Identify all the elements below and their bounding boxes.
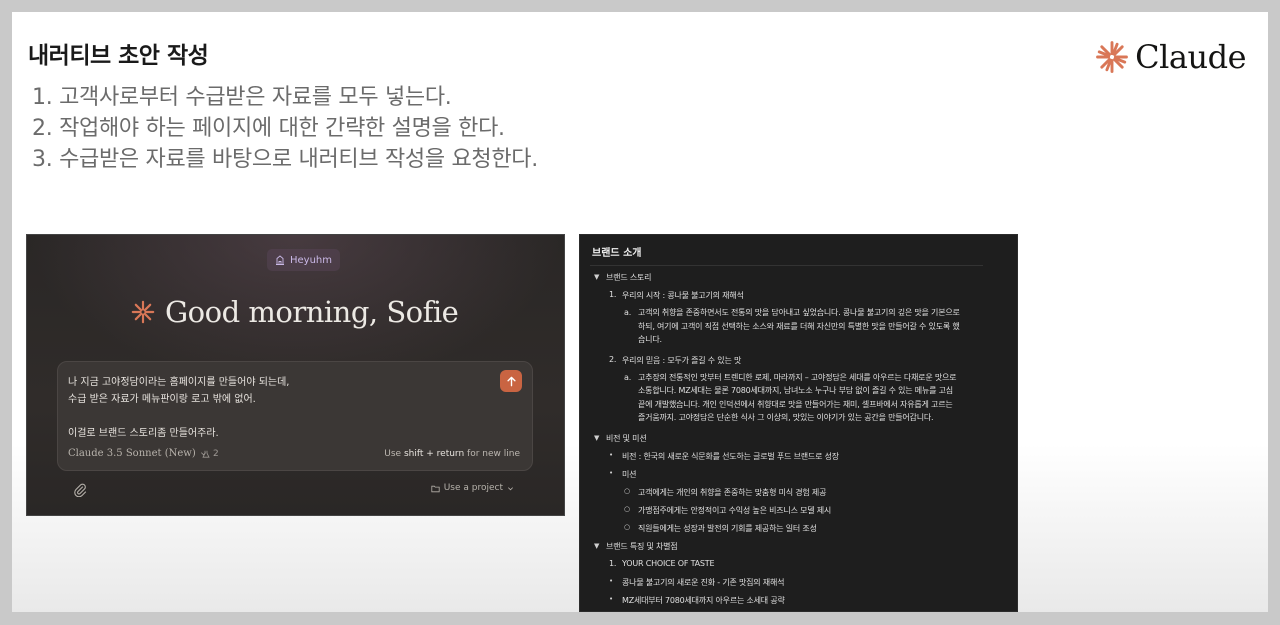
slide: 내러티브 초안 작성 1. 고객사로부터 수급받은 자료를 모두 넣는다. 2.… — [12, 12, 1268, 612]
step-item: 2. 작업해야 하는 페이지에 대한 간략한 설명을 한다. — [32, 116, 505, 141]
doc-list-item: 우리의 믿음 : 모두가 즐길 수 있는 맛 — [622, 355, 742, 365]
paragraph-line: 즐거움까지. 고야정담은 단순한 식사 그 이상의, 맛있는 이야기가 있는 공… — [638, 413, 934, 422]
hint-keys: shift + return — [403, 449, 465, 459]
doc-list-item: 가맹점주에게는 안정적이고 수익성 높은 비즈니스 모델 제시 — [638, 505, 832, 515]
project-label: Use a project — [443, 483, 503, 493]
doc-list-item: 미션 — [622, 469, 637, 479]
claude-wordmark: Claude — [1135, 38, 1246, 76]
list-marker: ○ — [624, 486, 631, 495]
hint-suffix: for new line — [467, 449, 520, 459]
steps-list: 1. 고객사로부터 수급받은 자료를 모두 넣는다. 2. 작업해야 하는 페이… — [32, 82, 538, 175]
greeting-text: Good morning, Sofie — [165, 295, 459, 329]
list-marker: a. — [624, 308, 632, 317]
doc-section-heading: 브랜드 특징 및 차별점 — [606, 541, 678, 551]
send-button[interactable] — [500, 370, 522, 392]
list-marker: • — [609, 450, 614, 459]
doc-title: 브랜드 소개 — [592, 248, 642, 259]
attachment-count: 2 — [213, 449, 219, 459]
paperclip-icon[interactable] — [73, 483, 87, 497]
list-marker: • — [609, 594, 614, 603]
claude-starburst-icon — [131, 300, 155, 324]
list-marker: • — [609, 576, 614, 585]
list-marker: ○ — [624, 504, 631, 513]
folder-icon — [431, 485, 440, 492]
doc-list-item: 우리의 시작 : 콩나물 불고기의 재해석 — [622, 291, 744, 300]
paragraph-line: 소통합니다. MZ세대는 물론 7080세대까지, 남녀노소 누구나 부담 없이… — [638, 386, 953, 395]
doc-list-item: 콩나물 불고기의 새로운 진화 - 기존 맛집의 재해석 — [622, 577, 785, 587]
paragraph-line: 고추장의 전통적인 맛부터 트렌디한 로제, 마라까지 – 고야정담은 세대를 … — [638, 372, 957, 382]
doc-list-item: 직원들에게는 성장과 발전의 기회를 제공하는 일터 조성 — [638, 523, 817, 533]
list-marker: a. — [624, 372, 632, 382]
doc-paragraph: 고객의 취향을 존중하면서도 전통의 맛을 담아내고 싶었습니다. 콩나물 불고… — [638, 306, 988, 347]
doc-list-item: YOUR CHOICE OF TASTE — [622, 558, 715, 568]
hint-prefix: Use — [384, 449, 402, 459]
doc-list-item: MZ세대부터 7080세대까지 아우르는 소세대 공략 — [622, 595, 785, 605]
project-selector[interactable]: Use a project — [431, 483, 514, 493]
step-item: 3. 수급받은 자료를 바탕으로 내러티브 작성을 요청한다. — [32, 147, 538, 172]
paragraph-line: 고객의 취향을 존중하면서도 전통의 맛을 담아내고 싶었습니다. 콩나물 불고… — [638, 308, 960, 317]
step-item: 1. 고객사로부터 수급받은 자료를 모두 넣는다. — [32, 85, 452, 110]
claude-chat-screenshot: Heyuhm Good morning, Sofie 나 지금 고야정담이라는 … — [26, 234, 565, 516]
chevron-down-icon — [508, 486, 513, 490]
newline-hint: Use shift + return for new line — [384, 449, 520, 459]
message-line — [68, 408, 488, 425]
message-composer[interactable]: 나 지금 고야정담이라는 홈페이지를 만들어야 되는데, 수급 받은 자료가 메… — [57, 361, 533, 471]
attachment-counter[interactable]: 2 — [202, 449, 219, 459]
paragraph-line: 습니다. — [638, 335, 662, 344]
arrow-up-icon — [506, 376, 516, 386]
collapse-toggle-icon[interactable]: ▼ — [594, 542, 599, 550]
message-input[interactable]: 나 지금 고야정담이라는 홈페이지를 만들어야 되는데, 수급 받은 자료가 메… — [68, 374, 488, 442]
doc-section-heading: 비전 및 미션 — [606, 433, 647, 443]
greeting: Good morning, Sofie — [131, 295, 459, 329]
workspace-chip[interactable]: Heyuhm — [267, 249, 341, 271]
paragraph-line: 끝에 개발했습니다. 개인 인덕션에서 취향대로 맛을 만들어가는 재미, 셀프… — [638, 399, 953, 409]
paragraph-line: 하되, 여기에 고객이 직접 선택하는 소스와 재료를 더해 자신만의 특별한 … — [638, 321, 960, 331]
brand-document-screenshot: 브랜드 소개 ▼ 브랜드 스토리 1. 우리의 시작 : 콩나물 불고기의 재해석 a.… — [579, 234, 1018, 612]
building-icon — [276, 255, 284, 265]
list-marker: ○ — [624, 522, 631, 531]
collapse-toggle-icon[interactable]: ▼ — [594, 273, 599, 281]
claude-logo: Claude — [1095, 38, 1246, 76]
doc-paragraph: 고추장의 전통적인 맛부터 트렌디한 로제, 마라까지 – 고야정담은 세대를 … — [638, 371, 988, 425]
message-line: 수급 받은 자료가 메뉴판이랑 로고 밖에 없어. — [68, 394, 256, 405]
list-marker: • — [609, 468, 614, 477]
list-marker: 1. — [609, 290, 617, 299]
doc-list-item: 비전 : 한국의 새로운 식문화를 선도하는 글로벌 푸드 브랜드로 성장 — [622, 451, 839, 461]
doc-divider — [590, 265, 983, 266]
message-line: 나 지금 고야정담이라는 홈페이지를 만들어야 되는데, — [68, 377, 290, 388]
model-selector[interactable]: Claude 3.5 Sonnet (New) — [68, 448, 207, 459]
list-marker: 1. — [609, 558, 617, 568]
list-marker: 2. — [609, 354, 617, 364]
claude-starburst-icon — [1096, 41, 1129, 73]
message-line: 이걸로 브랜드 스토리좀 만들어주라. — [68, 428, 219, 439]
doc-section-heading: 브랜드 스토리 — [606, 273, 652, 282]
flask-icon — [202, 450, 210, 458]
collapse-toggle-icon[interactable]: ▼ — [594, 434, 599, 442]
model-name: Claude 3.5 Sonnet (New) — [68, 448, 196, 459]
page-title: 내러티브 초안 작성 — [28, 43, 209, 69]
workspace-name: Heyuhm — [290, 254, 333, 266]
doc-list-item: 고객에게는 개인의 취향을 존중하는 맞춤형 미식 경험 제공 — [638, 487, 827, 497]
